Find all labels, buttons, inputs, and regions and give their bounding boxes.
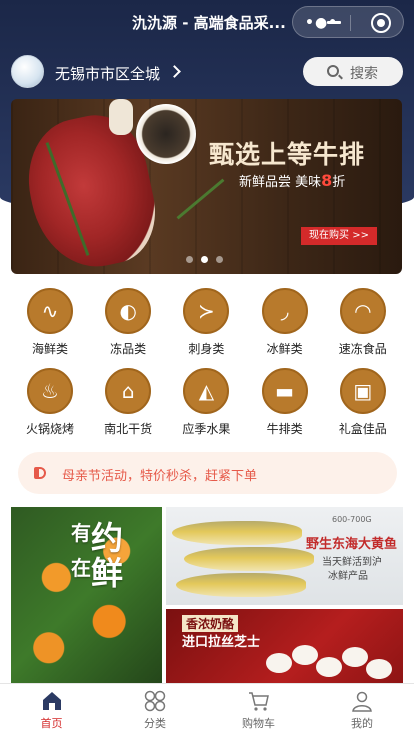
capsule-divider (350, 15, 351, 31)
notice-text: 母亲节活动，特价秒杀，赶紧下单 (62, 469, 258, 484)
tab-category[interactable]: 分类 (104, 684, 207, 736)
steak-icon: ▬ (261, 368, 308, 414)
category-item[interactable]: ◠ 速冻食品 (324, 288, 402, 357)
promo-fish-title: 野生东海大黄鱼 (306, 537, 398, 552)
megaphone-icon (34, 467, 46, 479)
banner-subtitle-suffix: 折 (332, 175, 346, 190)
category-label: 海鲜类 (31, 342, 68, 356)
watermelon-icon: ◭ (183, 368, 230, 414)
category-label: 冻品类 (110, 342, 147, 356)
shrimp-icon: ◞ (261, 288, 308, 334)
category-item[interactable]: ♨ 火锅烧烤 (11, 368, 89, 437)
rosemary-sprig-image (176, 178, 225, 220)
carousel-dot-active[interactable] (201, 256, 208, 263)
category-item[interactable]: ◐ 冻品类 (89, 288, 167, 357)
category-label: 礼盒佳品 (338, 422, 387, 436)
hotpot-icon: ♨ (27, 368, 73, 414)
user-icon (350, 689, 374, 713)
category-item[interactable]: ◭ 应季水果 (167, 368, 245, 437)
category-icon (143, 689, 167, 713)
promo-fruit-card[interactable]: 有 约 在 鲜 (11, 507, 162, 683)
slogan-char: 鲜 (91, 553, 124, 592)
tab-label: 我的 (351, 717, 373, 730)
avatar[interactable] (11, 55, 44, 88)
location-selector[interactable]: 无锡市市区全城 (55, 63, 160, 84)
tab-home[interactable]: 首页 (0, 684, 103, 736)
banner-subtitle-prefix: 新鲜品尝 美味 (239, 175, 322, 190)
slogan-char: 约 (91, 519, 124, 557)
buy-now-button[interactable]: 现在购买 >> (301, 227, 377, 245)
category-label: 应季水果 (182, 422, 231, 436)
category-item[interactable]: ▬ 牛排类 (246, 368, 324, 437)
promo-cheese-tag: 香浓奶酪 (182, 615, 239, 632)
cheese-ball-image (342, 647, 368, 667)
promo-fruit-slogan: 有 约 在 鲜 (71, 519, 124, 592)
steak-bone-image (109, 99, 133, 135)
search-button[interactable]: 搜索 (303, 57, 403, 86)
dumpling-icon: ◠ (339, 288, 386, 334)
category-label: 牛排类 (266, 422, 303, 436)
title-bar: 氿氿源 - 高端食品采... •●• (0, 0, 414, 44)
promo-fish-card[interactable]: 600-700G 野生东海大黄鱼 当天鲜活到沪 冰鲜产品 (166, 507, 403, 605)
bottom-tab-bar: 首页 分类 购物车 我的 (0, 683, 414, 736)
category-label: 刺身类 (188, 342, 225, 356)
yellow-croaker-image (176, 573, 306, 597)
tab-cart[interactable]: 购物车 (207, 684, 310, 736)
yellow-croaker-image (172, 521, 302, 545)
promo-cheese-title: 进口拉丝芝士 (182, 635, 261, 650)
peppercorn-bowl-image (136, 104, 196, 164)
banner-carousel[interactable]: 甄选上等牛排 新鲜品尝 美味8折 现在购买 >> (11, 99, 402, 274)
category-item[interactable]: ◞ 冰鲜类 (246, 288, 324, 357)
minimize-icon[interactable] (327, 21, 341, 24)
cart-icon (247, 689, 271, 713)
promo-cheese-card[interactable]: 香浓奶酪 进口拉丝芝士 (166, 609, 403, 683)
carousel-dots (186, 256, 223, 263)
close-target-icon[interactable] (371, 13, 391, 33)
promo-fish-subtitle-2: 冰鲜产品 (328, 571, 368, 582)
seafood-icon: ∿ (27, 288, 73, 334)
tab-label: 分类 (144, 717, 166, 730)
cheese-ball-image (366, 659, 392, 679)
weight-tag: 600-700G (332, 515, 372, 524)
category-label: 速冻食品 (338, 342, 387, 356)
location-row: 无锡市市区全城 搜索 (0, 52, 414, 92)
banner-subtitle: 新鲜品尝 美味8折 (239, 171, 345, 190)
category-label: 冰鲜类 (266, 342, 303, 356)
miniprogram-capsule: •●• (292, 6, 404, 38)
category-label: 火锅烧烤 (25, 422, 74, 436)
carousel-dot[interactable] (216, 256, 223, 263)
app-title: 氿氿源 - 高端食品采... (132, 14, 286, 32)
tab-label: 首页 (40, 717, 63, 730)
banner-discount: 8 (321, 171, 333, 190)
tab-label: 购物车 (242, 717, 275, 730)
promo-fish-subtitle: 当天鲜活到沪 (322, 557, 382, 568)
search-label: 搜索 (350, 66, 378, 82)
sashimi-fish-icon: ≻ (183, 288, 230, 334)
category-item[interactable]: ∿ 海鲜类 (11, 288, 89, 357)
cheese-ball-image (292, 645, 318, 665)
banner-title: 甄选上等牛排 (209, 140, 366, 169)
mushroom-icon: ⌂ (105, 368, 152, 414)
chevron-right-icon[interactable] (168, 65, 181, 78)
frozen-meat-icon: ◐ (105, 288, 152, 334)
yellow-croaker-image (184, 547, 314, 571)
notice-bar[interactable]: 母亲节活动，特价秒杀，赶紧下单 (18, 452, 397, 494)
gift-icon: ▣ (339, 368, 386, 414)
carousel-dot[interactable] (186, 256, 193, 263)
cheese-ball-image (316, 657, 342, 677)
search-icon (327, 65, 339, 77)
category-item[interactable]: ≻ 刺身类 (167, 288, 245, 357)
home-icon (40, 689, 64, 713)
tab-user[interactable]: 我的 (311, 684, 414, 736)
category-item[interactable]: ▣ 礼盒佳品 (324, 368, 402, 437)
category-item[interactable]: ⌂ 南北干货 (89, 368, 167, 437)
cheese-ball-image (266, 653, 292, 673)
category-label: 南北干货 (104, 422, 153, 436)
